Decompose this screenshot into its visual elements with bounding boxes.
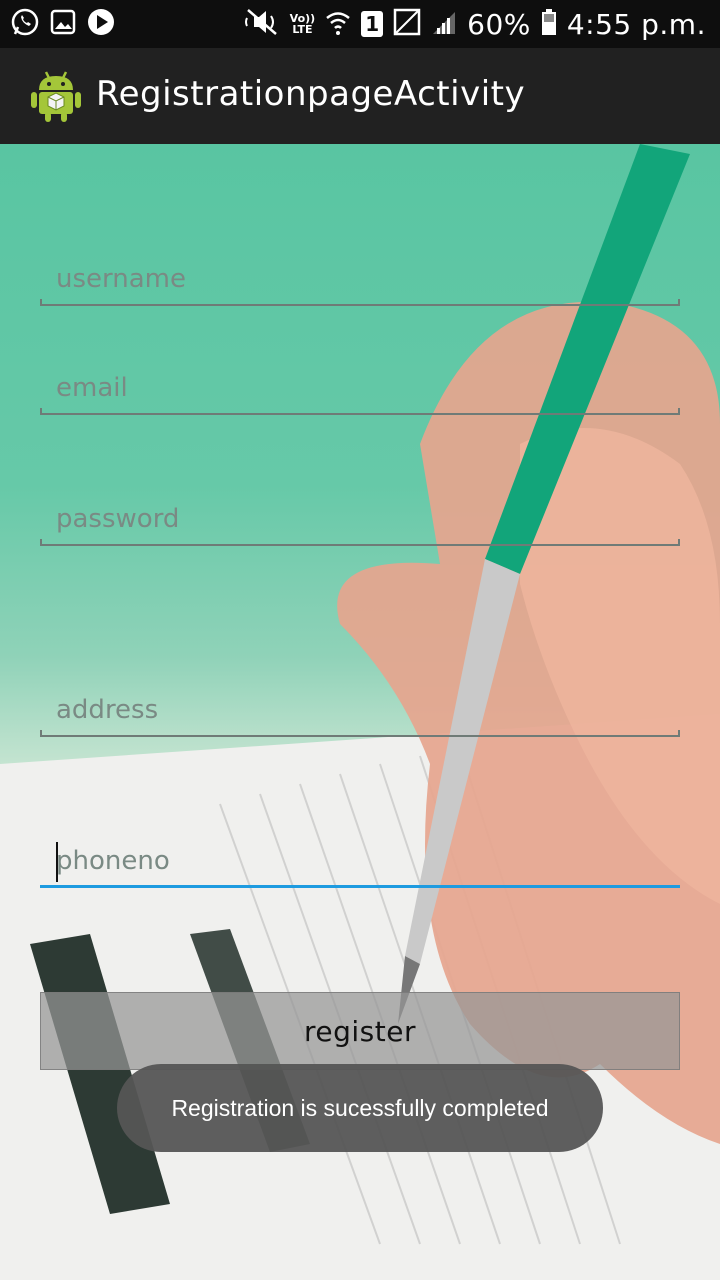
- battery-percent: 60%: [467, 7, 531, 41]
- email-placeholder: email: [56, 373, 128, 403]
- registration-form-area: username email password address phoneno …: [0, 144, 720, 1280]
- register-button[interactable]: register: [40, 992, 680, 1070]
- phoneno-placeholder: phoneno: [56, 846, 170, 876]
- wifi-icon: [325, 8, 351, 40]
- phoneno-field[interactable]: phoneno: [40, 840, 680, 890]
- signal-strength-icon: [431, 8, 457, 40]
- app-bar: RegistrationpageActivity: [0, 48, 720, 144]
- address-field[interactable]: address: [40, 695, 680, 739]
- android-app-icon: [30, 68, 82, 124]
- password-placeholder: password: [56, 504, 180, 534]
- app-title: RegistrationpageActivity: [96, 74, 526, 114]
- gallery-icon: [50, 9, 76, 39]
- clock: 4:55 p.m.: [566, 7, 706, 41]
- status-bar: Vo)) LTE 1 60% 4:55 p.m.: [0, 0, 720, 48]
- volte-indicator: Vo)) LTE: [289, 12, 316, 36]
- battery-icon: [541, 8, 557, 40]
- toast-message: Registration is sucessfully completed: [117, 1064, 603, 1152]
- mute-icon: [244, 8, 280, 40]
- email-field[interactable]: email: [40, 373, 680, 417]
- play-store-icon: [86, 7, 116, 41]
- address-placeholder: address: [56, 695, 159, 725]
- whatsapp-icon: [10, 7, 40, 41]
- username-field[interactable]: username: [40, 264, 680, 308]
- password-field[interactable]: password: [40, 504, 680, 548]
- signal-empty-icon: [393, 8, 421, 40]
- username-placeholder: username: [56, 264, 186, 294]
- sim-slot-badge: 1: [361, 11, 384, 37]
